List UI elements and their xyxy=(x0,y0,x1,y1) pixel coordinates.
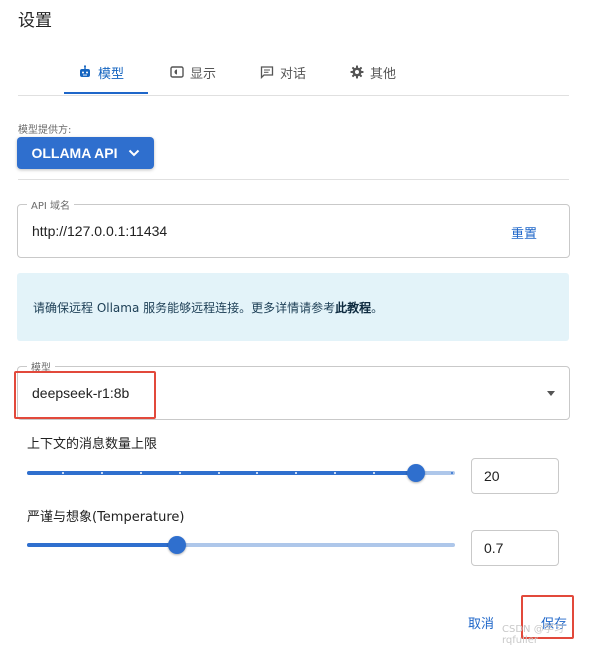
temperature-input[interactable]: 0.7 xyxy=(471,530,559,566)
slider-tick xyxy=(451,472,453,474)
tab-divider xyxy=(18,95,569,96)
tab-chat-label: 对话 xyxy=(280,66,307,82)
tab-model[interactable]: 模型 xyxy=(78,52,124,92)
context-limit-input[interactable]: 20 xyxy=(471,458,559,494)
section-divider xyxy=(18,179,569,180)
watermark: CSDN @学习rqfuller xyxy=(502,624,564,646)
tab-chat[interactable]: 对话 xyxy=(260,52,306,92)
active-tab-indicator xyxy=(64,92,148,94)
cancel-button[interactable]: 取消 xyxy=(468,613,494,632)
api-host-input[interactable]: http://127.0.0.1:11434 xyxy=(32,223,167,239)
temperature-slider-thumb[interactable] xyxy=(167,536,186,554)
model-legend: 模型 xyxy=(27,359,55,374)
api-host-field[interactable]: http://127.0.0.1:11434 重置 xyxy=(17,204,570,258)
tab-other-label: 其他 xyxy=(370,66,397,82)
notice-box: 请确保远程 Ollama 服务能够远程连接。更多详情请参考此教程。 xyxy=(17,273,569,341)
chevron-down-icon xyxy=(128,149,139,157)
context-limit-label: 上下文的消息数量上限 xyxy=(27,437,158,452)
notice-text-prefix: 请确保远程 Ollama 服务能够远程连接。更多详情请参考 xyxy=(33,301,336,315)
model-value: deepseek-r1:8b xyxy=(32,385,130,401)
chat-icon xyxy=(260,66,274,79)
provider-select-button[interactable]: OLLAMA API xyxy=(17,137,154,169)
context-limit-slider-thumb[interactable] xyxy=(407,464,426,482)
tab-bar: 模型 显示 对话 其他 xyxy=(64,52,424,94)
temperature-fill xyxy=(27,543,177,547)
slider-tick xyxy=(100,472,103,474)
slider-tick xyxy=(139,472,142,474)
tab-model-label: 模型 xyxy=(98,66,125,82)
notice-text: 请确保远程 Ollama 服务能够远程连接。更多详情请参考此教程。 xyxy=(33,299,383,316)
slider-tick xyxy=(178,472,181,474)
robot-icon xyxy=(80,65,90,77)
tutorial-link[interactable]: 此教程 xyxy=(335,301,371,315)
dialog-title: 设置 xyxy=(18,11,52,31)
slider-tick xyxy=(61,472,64,474)
tab-other[interactable]: 其他 xyxy=(350,52,396,92)
context-limit-fill xyxy=(27,471,417,475)
reset-button[interactable]: 重置 xyxy=(511,223,537,242)
provider-value: OLLAMA API xyxy=(31,145,118,161)
dropdown-arrow-icon xyxy=(547,391,555,396)
tab-display[interactable]: 显示 xyxy=(170,52,216,92)
temperature-label: 严谨与想象(Temperature) xyxy=(27,510,185,525)
api-host-legend: API 域名 xyxy=(27,197,74,212)
display-icon xyxy=(170,66,184,78)
tab-display-label: 显示 xyxy=(190,66,217,82)
model-select[interactable]: deepseek-r1:8b xyxy=(17,366,570,420)
slider-tick xyxy=(217,472,220,474)
notice-text-suffix: 。 xyxy=(371,301,384,315)
gear-icon xyxy=(350,65,364,79)
provider-label: 模型提供方: xyxy=(18,125,72,136)
